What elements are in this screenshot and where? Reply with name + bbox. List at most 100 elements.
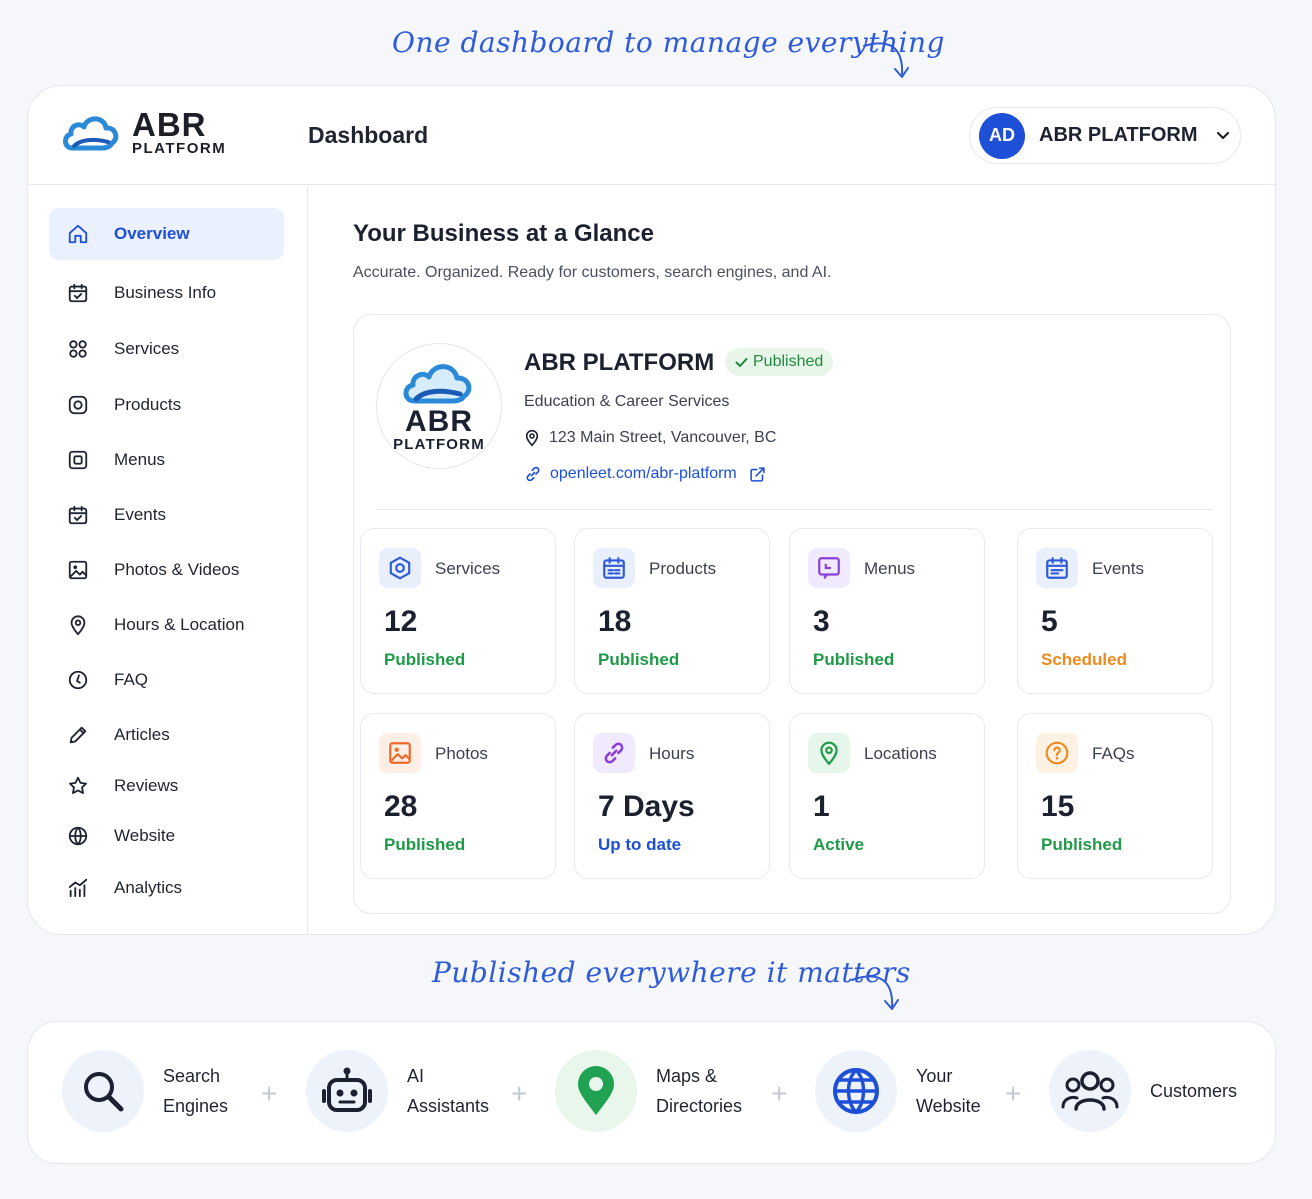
stat-card-photos[interactable]: Photos 28 Published [360,713,556,879]
stat-status: Published [384,835,466,854]
channel-customers: Customers [1049,1050,1237,1132]
stat-value: 15 [1041,790,1075,823]
stat-status: Published [1041,835,1123,854]
sidebar-item-overview[interactable]: Overview [49,208,284,260]
tagline-bottom: Published everywhere it matters [432,956,911,989]
brand-sub: PLATFORM [132,140,227,157]
link-icon [526,466,540,482]
channel-label: Maps & [656,1066,718,1086]
channel-label: Your [916,1066,953,1086]
sidebar-item-menus[interactable]: Menus [49,434,284,486]
sidebar-item-hours-location[interactable]: Hours & Location [49,599,284,651]
channel-label: Website [916,1096,981,1116]
chevron-down-icon [1216,131,1229,139]
stat-card-faqs[interactable]: FAQs 15 Published [1017,713,1213,879]
map-pin-icon [555,1050,637,1132]
sidebar-item-label: Events [114,505,166,524]
stat-status: Published [384,650,466,669]
sidebar-item-label: Analytics [114,878,183,897]
dashboard-card: ABR PLATFORM Dashboard AD ABR PLATFORM O… [27,85,1276,935]
globe-icon [66,824,90,848]
location-icon [808,733,850,773]
sidebar-item-website[interactable]: Website [49,810,284,862]
stat-value: 7 Days [598,790,695,823]
link-icon [593,733,635,773]
cloud-logo-icon [403,363,472,404]
stat-card-products[interactable]: Products 18 Published [574,528,770,694]
sidebar-item-photos-videos[interactable]: Photos & Videos [49,544,284,596]
stat-value: 28 [384,790,418,823]
stat-card-hours[interactable]: Hours 7 Days Up to date [574,713,770,879]
channel-label: AI [407,1066,425,1086]
stat-card-menus[interactable]: Menus 3 Published [789,528,985,694]
map-pin-icon [66,613,90,637]
main-content: Your Business at a Glance Accurate. Orga… [309,186,1275,934]
curved-arrow-icon [851,975,899,1010]
sidebar-item-events[interactable]: Events [49,489,284,541]
external-link-icon[interactable] [749,466,766,483]
sidebar-item-label: Overview [114,224,190,243]
stat-label: Locations [864,744,937,763]
stat-card-services[interactable]: Services 12 Published [360,528,556,694]
stat-status: Scheduled [1041,650,1127,669]
users-icon [1049,1050,1131,1132]
stat-card-events[interactable]: Events 5 Scheduled [1017,528,1213,694]
channel-maps-directories: Maps & Directories [555,1050,742,1132]
stat-status: Published [813,650,895,669]
sidebar-item-label: Business Info [114,283,217,302]
avatar: AD [979,112,1025,159]
stat-value: 18 [598,605,632,638]
plus-icon: + [771,1078,788,1109]
analytics-icon [66,876,90,900]
channel-label: Customers [1150,1081,1238,1101]
stat-card-locations[interactable]: Locations 1 Active [789,713,985,879]
page-title: Dashboard [308,122,429,148]
app-header: ABR PLATFORM Dashboard AD ABR PLATFORM [28,86,1275,185]
robot-icon [306,1050,388,1132]
sidebar-item-label: Services [114,339,180,358]
stat-value: 3 [813,605,830,638]
stat-value: 1 [813,790,830,823]
channels-strip: Search Engines + AI Assistants + Maps & Dir… [27,1021,1276,1164]
channel-label: Search [163,1066,221,1086]
sidebar-item-faq[interactable]: FAQ [49,654,284,706]
business-profile-card: ABR PLATFORM ABR PLATFORM Published Educ… [353,314,1231,914]
home-icon [66,222,90,246]
sidebar-item-label: Hours & Location [114,615,245,634]
business-url: openleet.com/abr-platform [550,465,737,482]
clock-icon [66,668,90,692]
sidebar-item-business-info[interactable]: Business Info [49,267,284,319]
sidebar-item-analytics[interactable]: Analytics [49,862,284,914]
grid-circles-icon [66,337,90,361]
calendar-icon [1036,548,1078,588]
curved-arrow-icon [863,42,909,78]
plus-icon: + [511,1078,528,1109]
channel-label: Directories [656,1096,743,1116]
business-website-link[interactable]: openleet.com/abr-platform [524,465,766,483]
brand-name: ABR [132,106,207,143]
plus-icon: + [261,1078,278,1109]
search-icon [62,1050,144,1132]
photo-icon [379,733,421,773]
menu-board-icon [808,548,850,588]
stat-status: Up to date [598,835,682,854]
brand-logo[interactable]: ABR PLATFORM [62,108,226,156]
stat-value: 5 [1041,605,1058,638]
sidebar-item-products[interactable]: Products [49,379,284,431]
account-menu[interactable]: AD ABR PLATFORM [969,107,1241,164]
sidebar-item-services[interactable]: Services [49,323,284,375]
sidebar-item-reviews[interactable]: Reviews [49,760,284,812]
section-title: Your Business at a Glance [353,220,654,247]
pencil-icon [66,723,90,747]
section-subtitle: Accurate. Organized. Ready for customers… [353,264,832,281]
stat-label: Products [649,559,717,578]
sidebar-item-articles[interactable]: Articles [49,709,284,761]
business-category: Education & Career Services [524,393,730,410]
sidebar-item-label: Website [114,826,176,845]
logo-name: ABR [405,404,473,438]
target-square-icon [66,393,90,417]
sidebar: Overview Business Info Services Products… [28,186,308,934]
globe-icon [815,1050,897,1132]
calendar-box-icon [593,548,635,588]
business-name: ABR PLATFORM [524,349,715,376]
